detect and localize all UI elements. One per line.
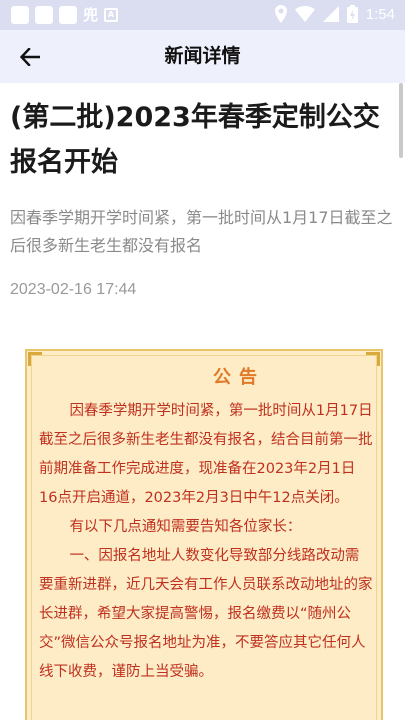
wifi-icon: [294, 6, 315, 22]
notice-image: 公告 因春季学期开学时间紧，第一批时间从1月17日截至之后很多新生老生都没有报名…: [25, 349, 383, 720]
battery-icon: [346, 5, 358, 23]
scrollbar-thumb[interactable]: [399, 83, 403, 158]
app-notification-glyph: 兜: [83, 6, 99, 24]
arrow-left-icon: [20, 48, 40, 66]
article-date: 2023-02-16 17:44: [10, 281, 137, 298]
app-bar: 新闻详情: [0, 30, 405, 83]
article-title: (第二批)2023年春季定制公交报名开始: [10, 102, 380, 178]
notice-body: 因春季学期开学时间紧，第一批时间从1月17日截至之后很多新生老生都没有报名，结合…: [39, 397, 373, 687]
notice-paragraph: 一、因报名地址人数变化导致部分线路改动需要重新进群，近几天会有工作人员联系改动地…: [39, 548, 373, 680]
location-icon: [274, 5, 287, 23]
notice-heading: 公告: [213, 367, 265, 388]
system-icons: 1:54: [274, 5, 395, 23]
notification-icons: 兜 A: [11, 6, 119, 24]
status-bar: 兜 A 1:54: [0, 0, 405, 30]
notice-paragraph: 因春季学期开学时间紧，第一批时间从1月17日截至之后很多新生老生都没有报名，结合…: [39, 403, 373, 506]
back-button[interactable]: [14, 42, 46, 72]
article-content[interactable]: (第二批)2023年春季定制公交报名开始 因春季学期开学时间紧，第一批时间从1月…: [0, 83, 405, 720]
notification-icon: [11, 6, 29, 24]
notification-icon: [59, 6, 77, 24]
signal-icon: [322, 6, 339, 22]
notice-paragraph: 有以下几点通知需要告知各位家长：: [69, 519, 302, 535]
clock: 1:54: [365, 5, 395, 23]
page-title: 新闻详情: [164, 45, 241, 67]
app-notification-badge: A: [104, 8, 119, 22]
article-summary: 因春季学期开学时间紧，第一批时间从1月17日截至之后很多新生老生都没有报名: [10, 208, 393, 255]
notification-icon: [35, 6, 53, 24]
